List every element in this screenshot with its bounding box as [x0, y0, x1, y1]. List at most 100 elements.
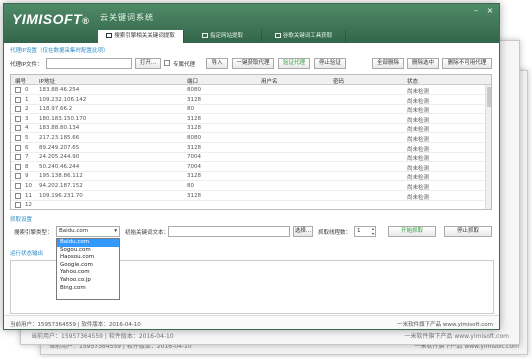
- table-row[interactable]: 2 118.97.66.2 80 尚未检测: [11, 105, 485, 115]
- proxy-file-label: 代理IP文件：: [10, 62, 43, 68]
- table-row[interactable]: 4 183.88.80.134 3128 尚未检测: [11, 124, 485, 134]
- keyword-text-label: 初始关键词文本：: [125, 230, 170, 236]
- table-row[interactable]: 7 24.205.244.90 7004 尚未检测: [11, 153, 485, 163]
- row-ip: 109.196.231.70: [39, 192, 83, 199]
- delete-selected-button[interactable]: 删除选中: [407, 58, 439, 69]
- table-row[interactable]: 6 89.249.207.65 3128 尚未检测: [11, 144, 485, 153]
- choose-file-button[interactable]: 选择...: [293, 226, 313, 237]
- row-ip: 183.88.46.254: [39, 87, 80, 93]
- table-row[interactable]: 5 217.23.185.66 8080 尚未检测: [11, 134, 485, 143]
- engine-option[interactable]: Yahoo.com: [57, 269, 119, 277]
- row-checkbox[interactable]: [15, 144, 21, 151]
- row-no: 1: [25, 96, 29, 103]
- delete-unusable-button[interactable]: 删除不可用代理: [442, 58, 492, 69]
- start-crawl-button[interactable]: 开始抓取: [388, 226, 436, 237]
- stop-verify-button[interactable]: 停止验证: [314, 58, 346, 69]
- table-row[interactable]: 11 109.196.231.70 3128 尚未检测: [11, 192, 485, 201]
- row-no: 5: [25, 135, 29, 141]
- row-status: 尚未检测: [407, 108, 430, 115]
- row-status: 尚未检测: [407, 89, 430, 95]
- col-status: 状态: [407, 79, 419, 85]
- status-vendor: 一米软件旗下产品 www.yimisoft.com: [397, 322, 493, 328]
- row-port: 8080: [187, 135, 201, 141]
- row-checkbox[interactable]: [15, 125, 21, 132]
- tab-site-extract[interactable]: 指定网站提取: [184, 30, 262, 43]
- row-port: 3128: [187, 125, 201, 132]
- engine-option[interactable]: Google.com: [57, 262, 119, 270]
- row-checkbox[interactable]: [15, 202, 21, 209]
- exclusive-proxy-label: 专属代理: [173, 62, 196, 68]
- row-no: 8: [25, 163, 29, 170]
- row-status: 尚未检测: [407, 98, 430, 105]
- row-port: 3128: [187, 96, 201, 103]
- proxy-section-title: 代理IP设置（仅在数据采集时配置此项）: [10, 48, 109, 54]
- row-status: 尚未检测: [407, 175, 430, 182]
- close-button[interactable]: ×: [484, 6, 496, 16]
- proxy-table: 编号 IP地址 端口 用户名 密码 状态 0 183.88.46.254 8080 尚…: [10, 74, 492, 210]
- row-checkbox[interactable]: [15, 192, 21, 199]
- engine-select[interactable]: Baidu.com ▾: [56, 226, 120, 237]
- row-port: 3128: [187, 192, 201, 199]
- row-port: 80: [187, 183, 194, 189]
- row-checkbox[interactable]: [15, 115, 21, 122]
- keyword-file-input[interactable]: [168, 226, 290, 237]
- open-file-button[interactable]: 打开...: [135, 58, 161, 69]
- row-checkbox[interactable]: [15, 106, 21, 113]
- background-status-user: 当前用户：15957364559 | 软件版本：2016-04-10: [31, 333, 174, 340]
- tab-icon: [274, 33, 281, 38]
- table-row[interactable]: 0 183.88.46.254 8080 尚未检测: [11, 86, 485, 95]
- row-checkbox[interactable]: [15, 87, 21, 93]
- table-row[interactable]: 10 94.202.187.152 80 尚未检测: [11, 182, 485, 191]
- table-scrollbar[interactable]: [485, 85, 491, 209]
- row-checkbox[interactable]: [15, 135, 21, 141]
- row-port: 7004: [187, 163, 201, 170]
- spin-arrows-icon[interactable]: ▴ ▾: [372, 226, 374, 236]
- threads-label: 抓取线程数：: [318, 230, 352, 236]
- import-button[interactable]: 导入: [206, 58, 228, 69]
- tab-search-engine-keywords[interactable]: 搜索引擎相关关键词提取: [98, 30, 184, 43]
- proxy-file-input[interactable]: [46, 58, 132, 69]
- row-port: 3128: [187, 144, 201, 151]
- table-row[interactable]: 3 180.183.150.170 3128 尚未检测: [11, 115, 485, 124]
- tab-google-keyword-tool[interactable]: 谷歌关键词工具获取: [262, 30, 346, 43]
- delete-all-button[interactable]: 全部删除: [372, 58, 404, 69]
- table-row[interactable]: 1 109.232.106.142 3128 尚未检测: [11, 96, 485, 105]
- row-ip: 89.249.207.65: [39, 144, 80, 151]
- row-checkbox[interactable]: [15, 163, 21, 170]
- stop-crawl-button[interactable]: 停止抓取: [444, 226, 492, 237]
- row-ip: 195.138.86.112: [39, 173, 83, 180]
- engine-option[interactable]: Yahoo.co.jp: [57, 277, 119, 285]
- verify-proxy-button[interactable]: 验证代理: [278, 58, 310, 69]
- row-no: 7: [25, 154, 29, 161]
- table-row[interactable]: 9 195.138.86.112 3128 尚未检测: [11, 172, 485, 182]
- row-checkbox[interactable]: [15, 96, 21, 103]
- tab-icon: [106, 33, 113, 38]
- engine-option[interactable]: Baidu.com: [57, 239, 119, 247]
- exclusive-proxy-checkbox[interactable]: [164, 60, 170, 66]
- row-ip: 109.232.106.142: [39, 96, 87, 103]
- col-password: 密码: [333, 79, 345, 85]
- row-port: 8080: [187, 87, 201, 93]
- row-port: 3128: [187, 115, 201, 122]
- row-no: 11: [25, 192, 32, 199]
- row-checkbox[interactable]: [15, 183, 21, 189]
- row-no: 6: [25, 144, 29, 151]
- engine-option[interactable]: Haosou.com: [57, 254, 119, 262]
- app-logo: YIMISOFT®: [12, 11, 90, 27]
- engine-option[interactable]: Sogou.com: [57, 247, 119, 255]
- auto-get-proxy-button[interactable]: 一键获取代理: [232, 58, 274, 69]
- engine-option[interactable]: Bing.com: [57, 285, 119, 293]
- table-row[interactable]: 8 50.240.46.244 7004 尚未检测: [11, 163, 485, 172]
- row-status: 尚未检测: [407, 185, 430, 191]
- threads-stepper[interactable]: 1 ▴ ▾: [354, 226, 376, 237]
- engine-type-label: 搜索引擎类型：: [14, 230, 53, 236]
- row-checkbox[interactable]: [15, 154, 21, 161]
- scroll-thumb[interactable]: [487, 87, 491, 107]
- row-ip: 118.97.66.2: [39, 106, 73, 113]
- row-ip: 24.205.244.90: [39, 154, 80, 161]
- table-row[interactable]: 12: [11, 201, 485, 209]
- tab-icon: [201, 33, 208, 38]
- row-checkbox[interactable]: [15, 173, 21, 180]
- minimize-button[interactable]: –: [470, 6, 482, 16]
- row-ip: 180.183.150.170: [39, 115, 87, 122]
